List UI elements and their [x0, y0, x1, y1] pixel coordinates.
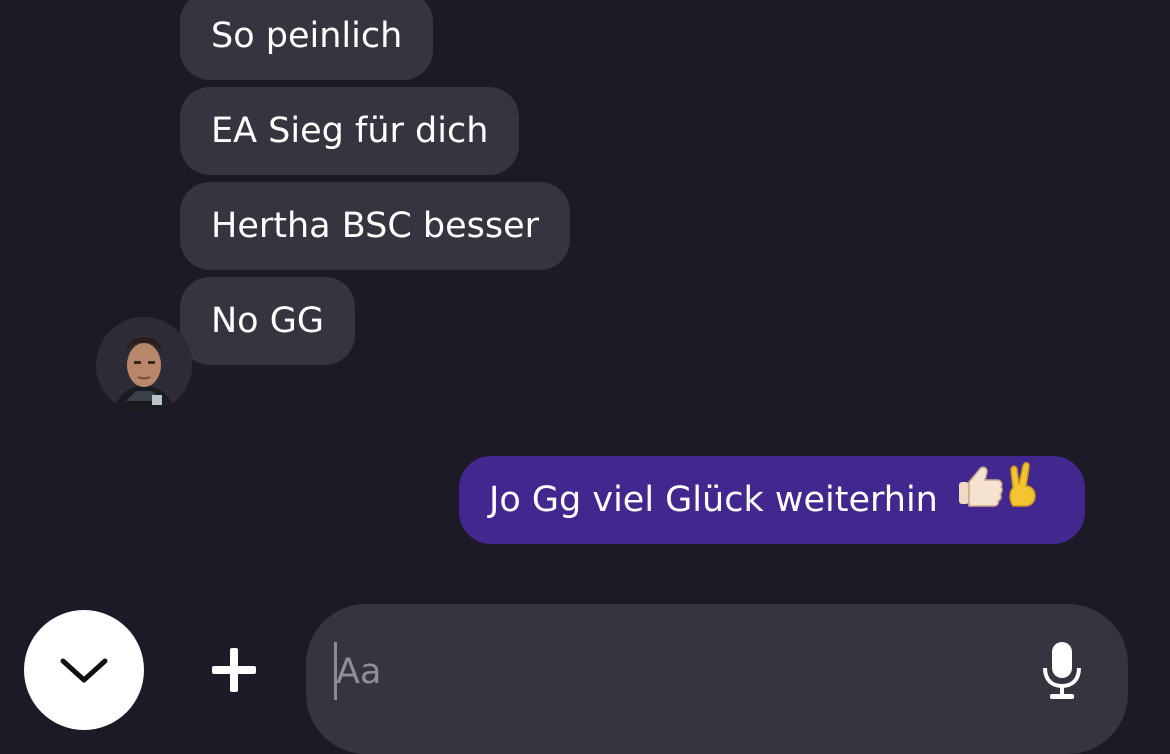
chat-thread: So peinlich EA Sieg für dich Hertha BSC …: [0, 0, 1170, 600]
message-input[interactable]: [336, 648, 996, 696]
sender-avatar[interactable]: [96, 317, 192, 413]
emoji-icon: [959, 462, 1036, 507]
incoming-message[interactable]: EA Sieg für dich: [180, 87, 520, 175]
outgoing-message[interactable]: Jo Gg viel Glück weiterhin: [459, 456, 1085, 544]
incoming-message[interactable]: No GG: [180, 277, 355, 365]
scroll-down-button[interactable]: [24, 610, 144, 730]
outgoing-message-text: Jo Gg viel Glück weiterhin: [489, 480, 938, 520]
message-composer[interactable]: [306, 604, 1128, 754]
chevron-down-icon: [60, 658, 108, 683]
add-attachment-button[interactable]: [210, 646, 258, 694]
plus-icon: [212, 648, 256, 692]
incoming-message[interactable]: So peinlich: [180, 0, 434, 80]
avatar-portrait: [96, 317, 192, 413]
voice-message-button[interactable]: [1042, 642, 1082, 700]
thumbs-up-victory-emoji: [955, 453, 1047, 541]
incoming-message[interactable]: Hertha BSC besser: [180, 182, 571, 270]
microphone-icon: [1043, 642, 1081, 699]
